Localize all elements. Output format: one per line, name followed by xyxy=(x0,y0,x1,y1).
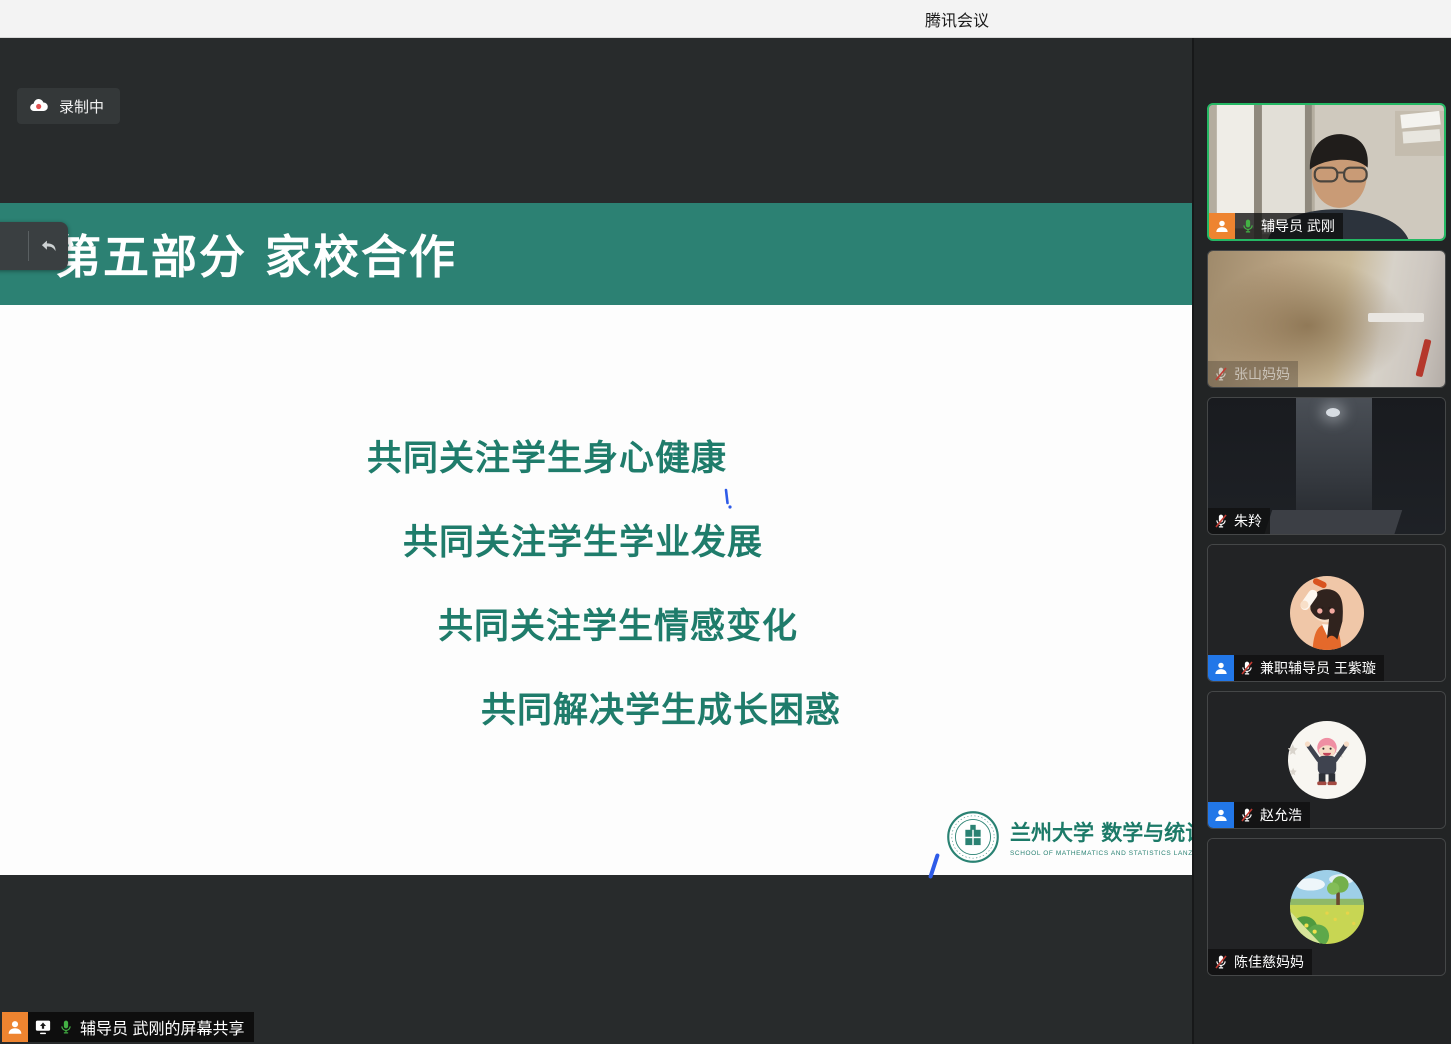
mic-muted-icon xyxy=(1213,513,1229,529)
person-icon xyxy=(1213,660,1229,676)
participant-name: 陈佳慈妈妈 xyxy=(1234,952,1304,972)
person-icon xyxy=(6,1018,24,1036)
slide-line-4: 共同解决学生成长困惑 xyxy=(481,682,841,733)
mic-muted-icon xyxy=(1213,954,1229,970)
presenter-badge xyxy=(2,1012,28,1042)
toolbar-divider xyxy=(28,231,29,261)
blue-annotation-stroke xyxy=(928,853,940,879)
mic-on-icon xyxy=(1240,218,1256,234)
slide-line-2: 共同关注学生学业发展 xyxy=(403,514,763,565)
slide-content: 共同关注学生身心健康 共同关注学生学业发展 共同关注学生情感变化 共同解决学生成… xyxy=(0,305,1192,875)
girl-avatar-icon xyxy=(1290,576,1364,650)
participant-tile-chenjiaci-mom[interactable]: 陈佳慈妈妈 xyxy=(1207,838,1446,976)
participant-name: 张山妈妈 xyxy=(1234,364,1290,384)
slide-banner-title: 第五部分 家校合作 xyxy=(55,221,457,287)
participants-sidebar: 辅导员 武刚 张山妈妈 xyxy=(1192,38,1451,1044)
slide-line-3: 共同关注学生情感变化 xyxy=(438,598,798,649)
participant-label: 朱羚 xyxy=(1208,508,1270,534)
recording-label: 录制中 xyxy=(59,96,104,117)
share-status-bar: 辅导员 武刚的屏幕共享 xyxy=(2,1012,254,1042)
participant-tile-wugang[interactable]: 辅导员 武刚 xyxy=(1207,103,1446,241)
red-object xyxy=(1416,339,1432,378)
host-badge xyxy=(1209,213,1235,239)
participant-label: 张山妈妈 xyxy=(1208,361,1298,387)
person-icon xyxy=(1213,807,1229,823)
person-icon xyxy=(1214,218,1230,234)
mic-muted-icon xyxy=(1239,660,1255,676)
share-status-label: 辅导员 武刚的屏幕共享 xyxy=(80,1015,244,1039)
participant-tile-wangzixuan[interactable]: 兼职辅导员 王紫璇 xyxy=(1207,544,1446,682)
participant-name: 朱羚 xyxy=(1234,511,1262,531)
cloud-record-icon xyxy=(29,96,49,116)
participant-label: 赵允浩 xyxy=(1208,802,1310,828)
screen-share-region: 录制中 第五部分 家校合作 共同关注学生身心健康 共同关注学生学业发展 共同关注… xyxy=(0,38,1192,1044)
undo-button[interactable] xyxy=(34,230,64,262)
university-seal-icon xyxy=(946,810,1000,864)
slide-line-1: 共同关注学生身心健康 xyxy=(367,430,727,481)
participant-name: 辅导员 武刚 xyxy=(1261,216,1335,236)
undo-arrow-icon xyxy=(39,236,59,256)
mic-on-icon xyxy=(58,1019,74,1035)
blue-annotation-tick xyxy=(722,488,734,510)
floor-highlight xyxy=(1264,510,1402,535)
slide-banner: 第五部分 家校合作 xyxy=(0,203,1192,305)
air-vent xyxy=(1368,313,1424,322)
screen-share-icon xyxy=(34,1018,52,1036)
participant-name: 兼职辅导员 王紫璇 xyxy=(1260,658,1376,678)
meeting-window: 腾讯会议 录制中 第五部分 家校合作 共同关注学生身心健康 xyxy=(0,0,1451,1044)
participant-label: 辅导员 武刚 xyxy=(1209,213,1343,239)
cohost-badge xyxy=(1208,655,1234,681)
cohost-badge xyxy=(1208,802,1234,828)
participant-tile-mom1[interactable]: 张山妈妈 xyxy=(1207,250,1446,388)
character-avatar-icon xyxy=(1288,721,1366,799)
mic-muted-icon xyxy=(1213,366,1229,382)
landscape-avatar-icon xyxy=(1290,870,1364,944)
participant-tile-zhaoyunhao[interactable]: 赵允浩 xyxy=(1207,691,1446,829)
mic-muted-icon xyxy=(1239,807,1255,823)
participant-label: 陈佳慈妈妈 xyxy=(1208,949,1312,975)
app-title: 腾讯会议 xyxy=(925,7,989,31)
participant-tile-zhuling[interactable]: 朱羚 xyxy=(1207,397,1446,535)
participant-name: 赵允浩 xyxy=(1260,805,1302,825)
ceiling-light xyxy=(1326,408,1340,417)
recording-badge[interactable]: 录制中 xyxy=(17,88,120,124)
window-titlebar: 腾讯会议 xyxy=(0,0,1451,38)
annotation-toolbar[interactable] xyxy=(0,222,68,270)
participant-label: 兼职辅导员 王紫璇 xyxy=(1208,655,1384,681)
